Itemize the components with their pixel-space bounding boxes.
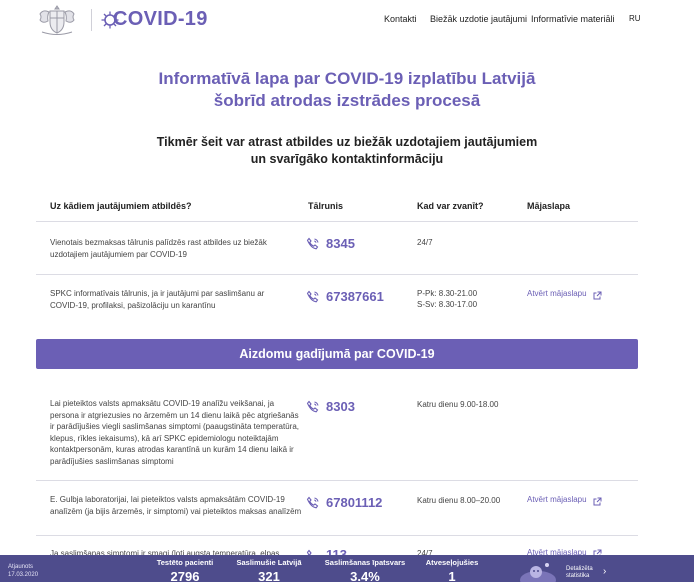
table-divider	[36, 221, 638, 222]
call-time: Katru dienu 8.00–20.00	[417, 496, 501, 505]
phone-icon	[306, 290, 319, 303]
table-row-description: SPKC informatīvais tālrunis, ja ir jautā…	[50, 289, 265, 310]
stat-tested-patients: Testēto pacienti 2796	[156, 558, 214, 582]
external-link-icon[interactable]	[593, 291, 602, 300]
phone-icon	[306, 237, 319, 250]
site-logo-text[interactable]: COVID-19	[113, 8, 208, 31]
external-link-icon[interactable]	[593, 497, 602, 506]
call-time: P-Pk: 8.30-21.00 S-Sv: 8.30-17.00	[417, 289, 478, 309]
table-divider	[36, 480, 638, 481]
stat-infection-rate: Saslimšanas īpatsvars 3.4%	[324, 558, 406, 582]
open-website-link[interactable]: Atvērt mājaslapu	[527, 495, 587, 504]
column-header-phone: Tālrunis	[308, 201, 344, 211]
phone-number-8345[interactable]: 8345	[326, 236, 355, 251]
table-row-description: Lai pieteiktos valsts apmaksātu COVID-19…	[50, 399, 299, 466]
phone-number-67387661[interactable]: 67387661	[326, 289, 384, 304]
column-header-questions: Uz kādiem jautājumiem atbildēs?	[50, 201, 192, 211]
phone-icon	[306, 400, 319, 413]
latvia-coat-of-arms-icon[interactable]	[36, 4, 78, 36]
stat-recovered: Atveseļojušies 1	[425, 558, 479, 582]
logo-divider	[91, 9, 92, 31]
phone-number-8303[interactable]: 8303	[326, 399, 355, 414]
site-header: COVID-19 Kontakti Biežāk uzdotie jautāju…	[0, 0, 694, 42]
nav-kontakti[interactable]: Kontakti	[384, 14, 417, 24]
chevron-right-icon: ›	[603, 566, 607, 577]
open-website-link[interactable]: Atvērt mājaslapu	[527, 289, 587, 298]
nav-informativie-materiali[interactable]: Informatīvie materiāli	[531, 14, 615, 24]
section-title: Aizdomu gadījumā par COVID-19	[239, 347, 435, 361]
column-header-website: Mājaslapa	[527, 201, 571, 211]
call-time: Katru dienu 9.00-18.00	[417, 400, 499, 409]
table-row-description: E. Gulbja laboratorijai, lai pieteiktos …	[50, 495, 302, 516]
page-title-line2: šobrīd atrodas izstrādes procesā	[213, 91, 481, 110]
suspicion-section-banner: Aizdomu gadījumā par COVID-19	[36, 339, 638, 369]
column-header-time: Kad var zvanīt?	[417, 201, 484, 211]
nav-faq[interactable]: Biežāk uzdotie jautājumi	[430, 14, 527, 24]
page-subtitle-line2: un svarīgāko kontaktinformāciju	[250, 152, 444, 166]
phone-number-67801112[interactable]: 67801112	[326, 495, 382, 510]
statistics-illustration-icon	[520, 563, 556, 582]
table-divider	[36, 535, 638, 536]
table-row-description: Vienotais bezmaksas tālrunis palīdzēs ra…	[50, 238, 267, 259]
page-subtitle-line1: Tikmēr šeit var atrast atbildes uz biežā…	[156, 135, 538, 149]
statistics-bar: Atjaunots 17.03.2020 Testēto pacienti 27…	[0, 555, 694, 582]
stat-infected-latvia: Saslimušie Latvijā 321	[236, 558, 302, 582]
phone-icon	[306, 496, 319, 509]
call-time: 24/7	[417, 238, 433, 247]
last-updated: Atjaunots 17.03.2020	[8, 564, 39, 578]
language-switch-ru[interactable]: RU	[629, 14, 641, 23]
table-divider	[36, 274, 638, 275]
page-title-line1: Informatīvā lapa par COVID-19 izplatību …	[158, 69, 536, 88]
